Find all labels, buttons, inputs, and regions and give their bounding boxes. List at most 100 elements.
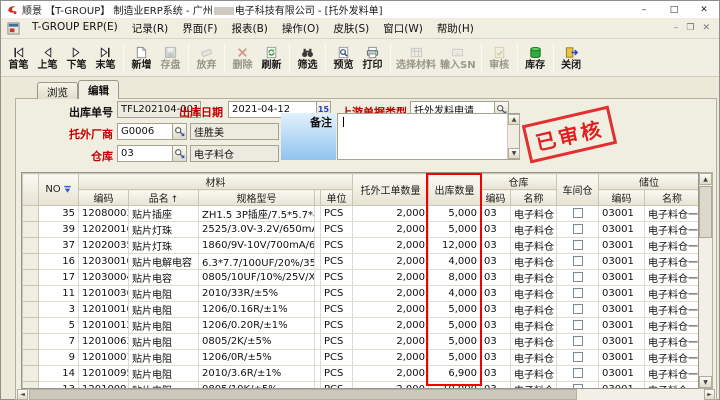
table-row[interactable]: 712010063贴片电阻0805/2K/±5%PCS2,0005,00003电…: [23, 334, 700, 350]
cell-wh-name[interactable]: 电子料仓: [511, 334, 557, 350]
row-selector[interactable]: [23, 286, 39, 302]
cell-workshop-wh[interactable]: [557, 318, 599, 334]
minimize-button[interactable]: –: [629, 1, 659, 18]
cell-unit[interactable]: PCS: [321, 302, 353, 318]
cell-work-order-qty[interactable]: 2,000: [353, 302, 429, 318]
lookup-icon[interactable]: [172, 146, 186, 161]
cell-unit[interactable]: PCS: [321, 318, 353, 334]
workshop-checkbox[interactable]: [573, 304, 583, 314]
print-button[interactable]: 打印: [358, 40, 387, 75]
cell-wh-name[interactable]: 电子料仓: [511, 206, 557, 222]
cell-work-order-qty[interactable]: 2,000: [353, 286, 429, 302]
tab-browse[interactable]: 浏览: [37, 82, 78, 99]
cell-workshop-wh[interactable]: [557, 254, 599, 270]
cell-wh-code[interactable]: 03: [481, 350, 511, 366]
cell-loc-name[interactable]: 电子料仓一储: [645, 382, 700, 390]
cell-loc-name[interactable]: 电子料仓一储: [645, 222, 700, 238]
cell-wh-code[interactable]: 03: [481, 366, 511, 382]
cell-issue-qty[interactable]: 4,000: [429, 254, 481, 270]
scroll-up-icon[interactable]: ▲: [508, 114, 520, 125]
cell-wh-name[interactable]: 电子料仓: [511, 222, 557, 238]
row-selector[interactable]: [23, 254, 39, 270]
code-header[interactable]: 编码: [79, 190, 129, 206]
cell-spec[interactable]: 0805/10UF/10%/25V/X5R/85℃: [199, 270, 315, 286]
work-order-qty-header[interactable]: 托外工单数量: [353, 174, 429, 206]
no-header[interactable]: NO: [39, 174, 79, 206]
cell-loc-code[interactable]: 03001: [599, 286, 645, 302]
cell-workshop-wh[interactable]: [557, 302, 599, 318]
cell-loc-name[interactable]: 电子料仓一储: [645, 206, 700, 222]
cell-workshop-wh[interactable]: [557, 286, 599, 302]
workshop-checkbox[interactable]: [573, 256, 583, 266]
mdi-restore-button[interactable]: ❐: [686, 23, 694, 33]
cell-name[interactable]: 贴片电阻: [129, 302, 199, 318]
cell-issue-qty[interactable]: 5,000: [429, 222, 481, 238]
table-row[interactable]: 512010012贴片电阻1206/0.20R/±1%PCS2,0005,000…: [23, 318, 700, 334]
cell-code[interactable]: 12010095: [79, 366, 129, 382]
cell-unit[interactable]: PCS: [321, 334, 353, 350]
workshop-checkbox[interactable]: [573, 320, 583, 330]
workshop-checkbox[interactable]: [573, 352, 583, 362]
row-selector[interactable]: [23, 318, 39, 334]
cell-work-order-qty[interactable]: 2,000: [353, 350, 429, 366]
cell-work-order-qty[interactable]: 2,000: [353, 382, 429, 390]
cell-unit[interactable]: PCS: [321, 238, 353, 254]
cell-spec[interactable]: 0805/10K/±5%: [199, 382, 315, 390]
cell-loc-name[interactable]: 电子料仓一储: [645, 286, 700, 302]
close-button[interactable]: ✕: [689, 1, 719, 18]
cell-issue-qty[interactable]: 5,000: [429, 206, 481, 222]
cell-code[interactable]: 12010063: [79, 334, 129, 350]
grid-horizontal-scrollbar[interactable]: ◄ ►: [17, 389, 715, 400]
cell-workshop-wh[interactable]: [557, 238, 599, 254]
cell-issue-qty[interactable]: 5,000: [429, 350, 481, 366]
cell-wh-code[interactable]: 03: [481, 302, 511, 318]
cell-unit[interactable]: PCS: [321, 382, 353, 390]
cell-issue-qty[interactable]: 4,000: [429, 286, 481, 302]
spec-header[interactable]: 规格型号: [199, 190, 315, 206]
cell-code[interactable]: 12020016: [79, 222, 129, 238]
cell-name[interactable]: 贴片电解电容: [129, 254, 199, 270]
cell-issue-qty[interactable]: 5,000: [429, 334, 481, 350]
cell-issue-qty[interactable]: 10,000: [429, 382, 481, 390]
next-record-button[interactable]: 下笔: [62, 40, 91, 75]
last-record-button[interactable]: 末笔: [91, 40, 120, 75]
cell-loc-name[interactable]: 电子料仓一储: [645, 318, 700, 334]
cell-name[interactable]: 贴片电阻: [129, 366, 199, 382]
maximize-button[interactable]: □: [659, 1, 689, 18]
cell-spec[interactable]: 1206/0.20R/±1%: [199, 318, 315, 334]
table-row[interactable]: 312010010贴片电阻1206/0.16R/±1%PCS2,0005,000…: [23, 302, 700, 318]
cell-wh-code[interactable]: 03: [481, 254, 511, 270]
loc-code-header[interactable]: 编码: [599, 190, 645, 206]
wh-code-header[interactable]: 编码: [481, 190, 511, 206]
cell-code[interactable]: 12010001: [79, 350, 129, 366]
cell-name[interactable]: 贴片电容: [129, 270, 199, 286]
cell-spec[interactable]: ZH1.5 3P插座/7.5*5.7*4mm: [199, 206, 315, 222]
cell-no[interactable]: 16: [39, 254, 79, 270]
workshop-checkbox[interactable]: [573, 224, 583, 234]
cell-loc-code[interactable]: 03001: [599, 222, 645, 238]
cell-name[interactable]: 贴片电阻: [129, 286, 199, 302]
cell-loc-code[interactable]: 03001: [599, 302, 645, 318]
cell-no[interactable]: 13: [39, 382, 79, 390]
cell-wh-name[interactable]: 电子料仓: [511, 382, 557, 390]
cell-wh-name[interactable]: 电子料仓: [511, 366, 557, 382]
cell-work-order-qty[interactable]: 2,000: [353, 366, 429, 382]
cell-unit[interactable]: PCS: [321, 254, 353, 270]
cell-loc-code[interactable]: 03001: [599, 334, 645, 350]
cell-wh-code[interactable]: 03: [481, 222, 511, 238]
filter-button[interactable]: 筛选: [293, 40, 322, 75]
name-header[interactable]: 品名↑: [129, 190, 199, 206]
table-row[interactable]: 1412010095贴片电阻2010/3.6R/±1%PCS2,0006,900…: [23, 366, 700, 382]
warehouse-code-field[interactable]: 03: [117, 145, 187, 162]
cell-work-order-qty[interactable]: 2,000: [353, 254, 429, 270]
unit-header[interactable]: 单位: [321, 190, 353, 206]
mdi-close-button[interactable]: ✕: [702, 23, 710, 33]
cell-wh-code[interactable]: 03: [481, 318, 511, 334]
close-doc-button[interactable]: 关闭: [557, 40, 586, 75]
cell-no[interactable]: 14: [39, 366, 79, 382]
scroll-up-icon[interactable]: ▲: [699, 173, 712, 185]
cell-code[interactable]: 12010036: [79, 286, 129, 302]
cell-name[interactable]: 贴片插座: [129, 206, 199, 222]
lookup-icon[interactable]: [172, 124, 186, 139]
cell-name[interactable]: 贴片电阻: [129, 334, 199, 350]
